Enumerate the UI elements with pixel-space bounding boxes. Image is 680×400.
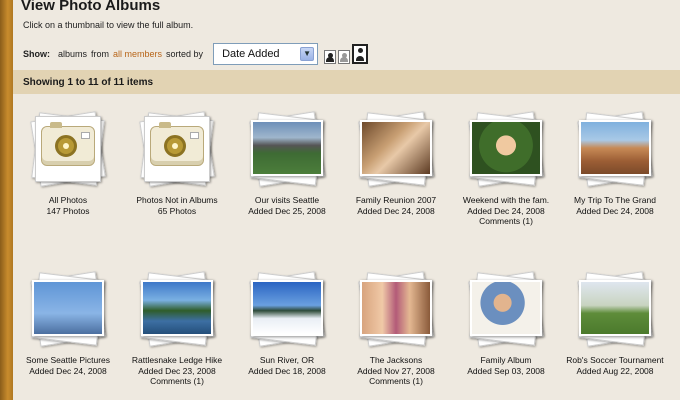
chevron-down-icon[interactable]: ▼ [300, 47, 315, 61]
album-meta: Added Dec 24, 2008 [576, 206, 654, 216]
snow-photo [251, 280, 323, 336]
album-thumbnail[interactable] [351, 270, 441, 352]
album-meta: Added Dec 24, 2008 [467, 206, 545, 216]
lake-photo [141, 280, 213, 336]
album-name[interactable]: Rob's Soccer Tournament [559, 355, 671, 366]
canyon-photo [579, 120, 651, 176]
album-name[interactable]: Sun River, OR [231, 355, 343, 366]
filter-row: Show: albums from all members sorted by … [23, 42, 369, 66]
album-meta: Added Dec 18, 2008 [248, 366, 326, 376]
family-photo [360, 120, 432, 176]
album-item[interactable]: Photos Not in Albums 65 Photos [121, 110, 233, 216]
album-comments-link[interactable]: Comments (1) [340, 376, 452, 386]
album-meta: Added Sep 03, 2008 [467, 366, 545, 376]
album-item[interactable]: Rob's Soccer Tournament Added Aug 22, 200… [559, 270, 671, 376]
type-filter[interactable]: albums [58, 49, 87, 59]
camera-icon [41, 122, 95, 166]
album-thumbnail[interactable] [132, 110, 222, 192]
album-thumbnail[interactable] [570, 270, 660, 352]
sort-select[interactable]: Date Added ▼ [213, 43, 319, 65]
stadium-photo [251, 120, 323, 176]
album-item[interactable]: Our visits Seattle Added Dec 25, 2008 [231, 110, 343, 216]
album-thumbnail[interactable] [461, 270, 551, 352]
album-thumbnail[interactable] [242, 110, 332, 192]
album-meta: Added Dec 23, 2008 [138, 366, 216, 376]
album-name[interactable]: My Trip To The Grand [559, 195, 671, 206]
album-meta: Added Nov 27, 2008 [357, 366, 435, 376]
status-bar: Showing 1 to 11 of 11 items [13, 70, 680, 94]
sorted-by-label: sorted by [166, 49, 204, 59]
child-photo [470, 120, 542, 176]
album-item[interactable]: Some Seattle Pictures Added Dec 24, 2008 [12, 270, 124, 376]
album-thumbnail[interactable] [461, 110, 551, 192]
sort-select-value: Date Added [222, 48, 280, 60]
album-item[interactable]: Family Reunion 2007 Added Dec 24, 2008 [340, 110, 452, 216]
album-name[interactable]: The Jacksons [340, 355, 452, 366]
album-name[interactable]: Family Reunion 2007 [340, 195, 452, 206]
album-meta: Added Dec 24, 2008 [29, 366, 107, 376]
album-item[interactable]: Rattlesnake Ledge Hike Added Dec 23, 2008… [121, 270, 233, 386]
view-size-toggle [324, 44, 369, 64]
album-name[interactable]: Family Album [450, 355, 562, 366]
page-subtitle: Click on a thumbnail to view the full al… [23, 20, 194, 30]
status-text: Showing 1 to 11 of 11 items [23, 76, 154, 88]
main-content: View Photo Albums Click on a thumbnail t… [13, 0, 680, 400]
album-thumbnail[interactable] [23, 110, 113, 192]
space-needle-photo [32, 280, 104, 336]
album-name[interactable]: Some Seattle Pictures [12, 355, 124, 366]
album-item[interactable]: The Jacksons Added Nov 27, 2008 Comments (… [340, 270, 452, 386]
person-large-icon[interactable] [352, 44, 369, 64]
album-thumbnail[interactable] [570, 110, 660, 192]
album-name[interactable]: Photos Not in Albums [121, 195, 233, 206]
album-thumbnail[interactable] [132, 270, 222, 352]
album-meta: 65 Photos [157, 206, 197, 216]
camera-icon [150, 122, 204, 166]
album-item[interactable]: Family Album Added Sep 03, 2008 [450, 270, 562, 376]
album-name[interactable]: All Photos [12, 195, 124, 206]
album-meta: Added Dec 24, 2008 [357, 206, 435, 216]
album-thumbnail[interactable] [23, 270, 113, 352]
album-item[interactable]: All Photos 147 Photos [12, 110, 124, 216]
girls-photo [360, 280, 432, 336]
from-label: from [91, 49, 110, 59]
album-meta: 147 Photos [46, 206, 90, 216]
album-name[interactable]: Rattlesnake Ledge Hike [121, 355, 233, 366]
album-name[interactable]: Weekend with the fam. [450, 195, 562, 206]
album-item[interactable]: My Trip To The Grand Added Dec 24, 2008 [559, 110, 671, 216]
page-title: View Photo Albums [21, 0, 161, 14]
album-comments-link[interactable]: Comments (1) [121, 376, 233, 386]
album-meta: Added Dec 25, 2008 [248, 206, 326, 216]
man-photo [470, 280, 542, 336]
album-thumbnail[interactable] [242, 270, 332, 352]
soccer-photo [579, 280, 651, 336]
album-thumbnail[interactable] [351, 110, 441, 192]
person-medium-icon[interactable] [338, 50, 351, 64]
album-item[interactable]: Weekend with the fam. Added Dec 24, 2008 C… [450, 110, 562, 226]
all-members-link[interactable]: all members [113, 49, 162, 59]
album-comments-link[interactable]: Comments (1) [450, 216, 562, 226]
album-meta: Added Aug 22, 2008 [576, 366, 654, 376]
album-name[interactable]: Our visits Seattle [231, 195, 343, 206]
album-item[interactable]: Sun River, OR Added Dec 18, 2008 [231, 270, 343, 376]
show-label: Show: [23, 49, 50, 59]
person-small-icon[interactable] [324, 50, 337, 64]
